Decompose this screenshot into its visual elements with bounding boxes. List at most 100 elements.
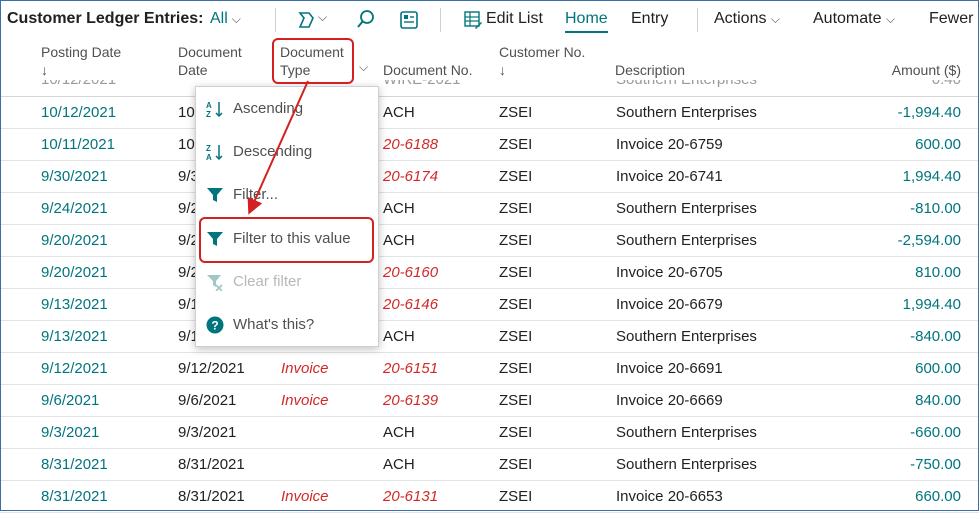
copilot-chevron-icon[interactable]: ⌵ (318, 10, 327, 25)
table-row[interactable]: 9/30/2021 9/3 20-6174 ZSEI Invoice 20-6741 1,… (0, 161, 979, 193)
cell-description: Southern Enterprises (616, 200, 757, 217)
clear-filter-icon (207, 275, 223, 291)
svg-text:?: ? (211, 319, 218, 333)
cell-posting-date[interactable]: 8/31/2021 (41, 456, 108, 473)
actions-menu[interactable]: Actions ⌵ (714, 10, 780, 28)
cell-customer-no: ZSEI (499, 360, 533, 377)
cell-posting-date[interactable]: 9/30/2021 (41, 168, 108, 185)
edit-list-button[interactable]: Edit List (486, 10, 543, 28)
table-row[interactable]: 10/11/2021 10 20-6188 ZSEI Invoice 20-6759 60… (0, 129, 979, 161)
table-row[interactable]: 9/24/2021 9/2 ACH ZSEI Southern Enterprises -… (0, 193, 979, 225)
col-header-amount[interactable]: Amount ($) (892, 61, 961, 79)
cell-amount[interactable]: -1,994.40 (898, 104, 961, 121)
cell-description: Invoice 20-6669 (616, 392, 723, 409)
table-row[interactable]: 9/13/2021 9/1 ACH ZSEI Southern Enterprises -… (0, 321, 979, 353)
cell-document-no: ACH (383, 424, 415, 441)
table-row[interactable]: 8/31/2021 8/31/2021 ACH ZSEI Southern Enterp… (0, 449, 979, 481)
col-header-customer-no[interactable]: Customer No. ↓ (499, 43, 585, 79)
cell-customer-no: ZSEI (499, 104, 533, 121)
col-header-document-no[interactable]: Document No. (383, 61, 472, 79)
table-row[interactable]: 9/12/2021 9/12/2021 Invoice 20-6151 ZSEI Invo… (0, 353, 979, 385)
copilot-icon[interactable] (296, 10, 318, 30)
cell-document-date: 9/12/2021 (178, 360, 245, 377)
table-row[interactable]: 9/6/2021 9/6/2021 Invoice 20-6139 ZSEI Invoic… (0, 385, 979, 417)
cell-posting-date[interactable]: 10/11/2021 (41, 136, 115, 153)
svg-text:Z: Z (206, 110, 211, 118)
menu-item-label: Ascending (233, 100, 304, 117)
menu-item-label: What's this? (233, 316, 315, 333)
cell-posting-date[interactable]: 9/6/2021 (41, 392, 99, 409)
cell-description: Southern Enterprises (616, 456, 757, 473)
sort-down-icon: ↓ (41, 62, 48, 78)
cell-amount[interactable]: -2,594.00 (898, 232, 961, 249)
menu-item-filter[interactable]: Filter... (196, 177, 378, 213)
cell-amount[interactable]: -810.00 (910, 200, 961, 217)
tab-home[interactable]: Home (565, 10, 608, 33)
cell-description: Invoice 20-6759 (616, 136, 723, 153)
cell-posting-date[interactable]: 9/13/2021 (41, 296, 108, 313)
menu-item-whats-this[interactable]: ? What's this? (196, 307, 378, 343)
cell-amount[interactable]: -840.00 (910, 328, 961, 345)
cell-posting-date[interactable]: 9/20/2021 (41, 264, 108, 281)
cell-amount[interactable]: -750.00 (910, 456, 961, 473)
cell-description: Southern Enterprises (616, 104, 757, 121)
menu-item-clear-filter[interactable]: Clear filter (196, 264, 378, 300)
table-row[interactable]: 9/20/2021 9/2 20-6160 ZSEI Invoice 20-6705 81… (0, 257, 979, 289)
cell-posting-date[interactable]: 10/12/2021 (41, 104, 116, 121)
table-row[interactable]: 10/12/2021 10 ACH ZSEI Southern Enterprises -… (0, 97, 979, 129)
col-header-label: Date (178, 62, 208, 78)
automate-label: Automate (813, 10, 882, 27)
menu-item-ascending[interactable]: A Z Ascending (196, 91, 378, 127)
cell-amount[interactable]: 600.00 (915, 136, 961, 153)
col-header-document-date[interactable]: Document Date (178, 43, 242, 79)
cell-document-date: 8/31/2021 (178, 488, 245, 505)
toolbar-divider (275, 8, 276, 32)
svg-text:Z: Z (206, 144, 211, 153)
cell-document-date: 9/6/2021 (178, 392, 237, 409)
column-menu-chevron-icon[interactable]: ⌵ (359, 58, 368, 76)
cell-amount[interactable]: 840.00 (915, 392, 961, 409)
toolbar: Customer Ledger Entries: All ⌵ ⌵ Edit Lis… (0, 0, 979, 40)
svg-text:A: A (206, 153, 212, 161)
filter-icon (207, 188, 223, 202)
cell-description: Invoice 20-6741 (616, 168, 723, 185)
cell-amount[interactable]: 1,994.40 (903, 168, 961, 185)
cell-posting-date[interactable]: 9/24/2021 (41, 200, 108, 217)
menu-item-descending[interactable]: Z A Descending (196, 134, 378, 170)
actions-label: Actions (714, 10, 767, 27)
cell-description: Southern Enterprises (616, 424, 757, 441)
cell-customer-no: ZSEI (499, 136, 533, 153)
cell-customer-no: ZSEI (499, 328, 533, 345)
cell-posting-date[interactable]: 9/13/2021 (41, 328, 108, 345)
col-header-label: Document (178, 44, 242, 60)
cell-customer-no: ZSEI (499, 296, 533, 313)
cell-posting-date[interactable]: 8/31/2021 (41, 488, 108, 505)
chevron-down-icon: ⌵ (885, 12, 896, 26)
cell-document-no: 20-6146 (383, 296, 439, 313)
table-row[interactable]: 9/3/2021 9/3/2021 ACH ZSEI Southern Enterpri… (0, 417, 979, 449)
tab-entry[interactable]: Entry (631, 10, 668, 28)
view-selector[interactable]: All ⌵ (210, 10, 241, 28)
cell-customer-no: ZSEI (499, 488, 533, 505)
cell-document-no: ACH (383, 456, 415, 473)
cell-amount[interactable]: 1,994.40 (903, 296, 961, 313)
sort-down-icon: ↓ (499, 62, 506, 78)
col-header-description[interactable]: Description (615, 61, 685, 79)
cell-posting-date[interactable]: 9/20/2021 (41, 232, 108, 249)
cell-customer-no: ZSEI (499, 168, 533, 185)
table-row[interactable]: 8/31/2021 8/31/2021 Invoice 20-6131 ZSEI Invo… (0, 481, 979, 513)
cell-amount[interactable]: -660.00 (910, 424, 961, 441)
table-row[interactable]: 9/13/2021 9/1 20-6146 ZSEI Invoice 20-6679 1,… (0, 289, 979, 321)
search-icon[interactable] (356, 9, 376, 31)
cell-posting-date[interactable]: 9/3/2021 (41, 424, 99, 441)
share-icon[interactable] (399, 10, 419, 30)
cell-posting-date[interactable]: 9/12/2021 (41, 360, 108, 377)
automate-menu[interactable]: Automate ⌵ (813, 10, 895, 28)
table-row[interactable]: 9/20/2021 9/2 ACH ZSEI Southern Enterprises -… (0, 225, 979, 257)
cell-amount[interactable]: 600.00 (915, 360, 961, 377)
cell-amount[interactable]: 660.00 (915, 488, 961, 505)
fewer-options-button[interactable]: Fewer (929, 10, 973, 28)
cell-document-no: 20-6188 (383, 136, 439, 153)
col-header-posting-date[interactable]: Posting Date ↓ (41, 43, 121, 79)
cell-amount[interactable]: 810.00 (915, 264, 961, 281)
